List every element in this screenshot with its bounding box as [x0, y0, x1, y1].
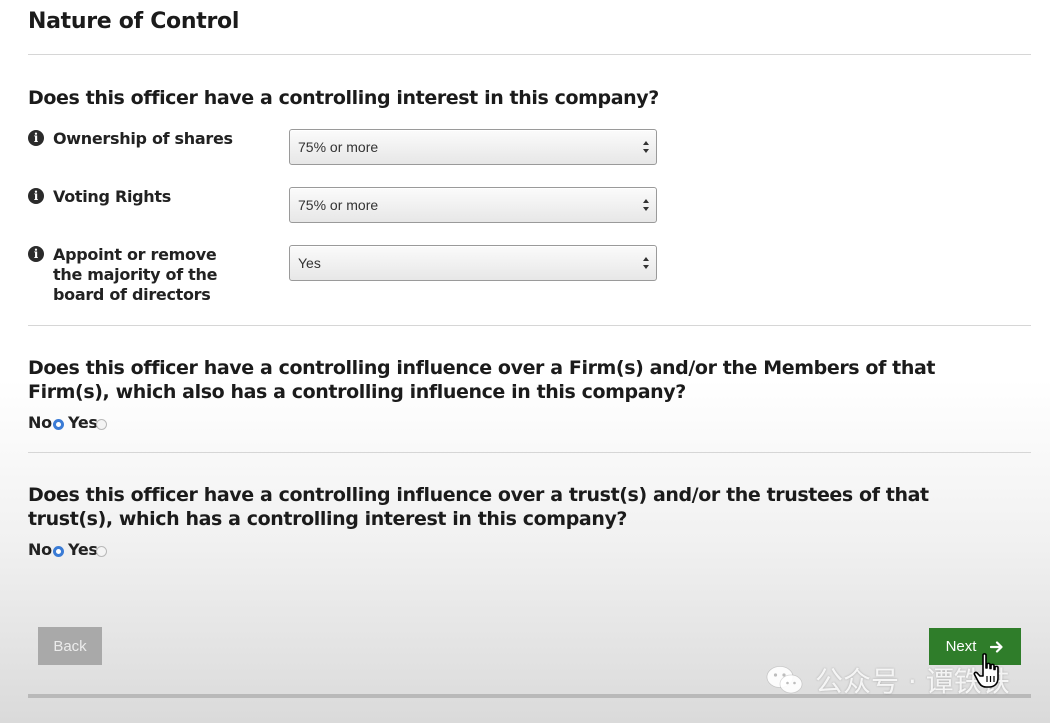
controlling-interest-question: Does this officer have a controlling int… — [28, 87, 659, 109]
select-value: 75% or more — [298, 197, 379, 213]
select-arrows-icon — [643, 199, 649, 211]
divider — [28, 325, 1031, 326]
select-value: 75% or more — [298, 139, 379, 155]
radio-yes-label: Yes — [68, 540, 98, 559]
voting-rights-select[interactable]: 75% or more — [289, 187, 657, 223]
firm-influence-yes-radio[interactable] — [96, 419, 107, 430]
trust-influence-question: Does this officer have a controlling inf… — [28, 484, 929, 530]
voting-rights-label: Voting Rights — [53, 187, 171, 206]
radio-no-label: No — [28, 540, 52, 559]
ownership-of-shares-label: Ownership of shares — [53, 129, 233, 148]
firm-influence-no-radio[interactable] — [53, 419, 64, 430]
info-icon[interactable]: i — [28, 246, 44, 262]
radio-yes-label: Yes — [68, 413, 98, 432]
trust-influence-radio-group: No Yes — [28, 540, 118, 562]
appoint-directors-label: Appoint or remove the majority of the bo… — [53, 245, 218, 304]
back-button-label: Back — [53, 637, 87, 655]
select-arrows-icon — [643, 141, 649, 153]
firm-influence-question: Does this officer have a controlling inf… — [28, 357, 936, 403]
divider — [28, 452, 1031, 453]
trust-influence-no-radio[interactable] — [53, 546, 64, 557]
select-value: Yes — [298, 255, 321, 271]
ownership-of-shares-select[interactable]: 75% or more — [289, 129, 657, 165]
wechat-icon — [766, 666, 803, 694]
appoint-directors-select[interactable]: Yes — [289, 245, 657, 281]
hand-cursor-icon — [973, 653, 999, 688]
trust-influence-yes-radio[interactable] — [96, 546, 107, 557]
radio-no-label: No — [28, 413, 52, 432]
back-button[interactable]: Back — [38, 627, 102, 665]
section-title: Nature of Control — [28, 9, 240, 34]
info-icon[interactable]: i — [28, 130, 44, 146]
divider — [28, 54, 1031, 55]
info-icon[interactable]: i — [28, 188, 44, 204]
arrow-right-icon — [990, 640, 1004, 653]
select-arrows-icon — [643, 257, 649, 269]
firm-influence-radio-group: No Yes — [28, 413, 118, 435]
